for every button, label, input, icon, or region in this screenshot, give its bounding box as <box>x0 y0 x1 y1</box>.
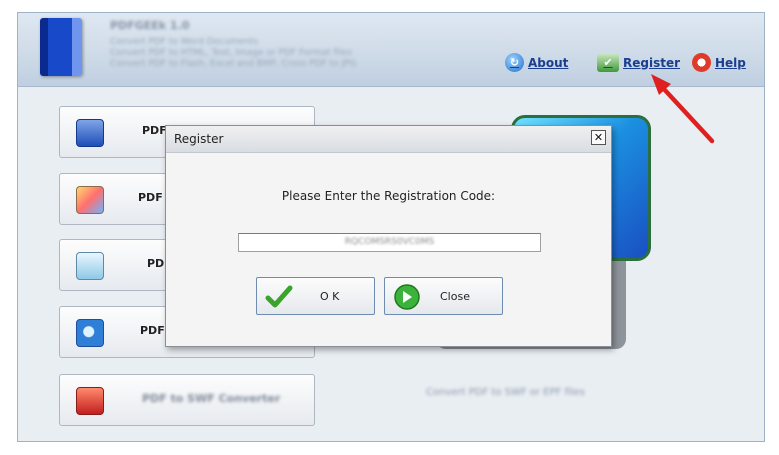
annotation-arrow-icon <box>651 74 715 144</box>
